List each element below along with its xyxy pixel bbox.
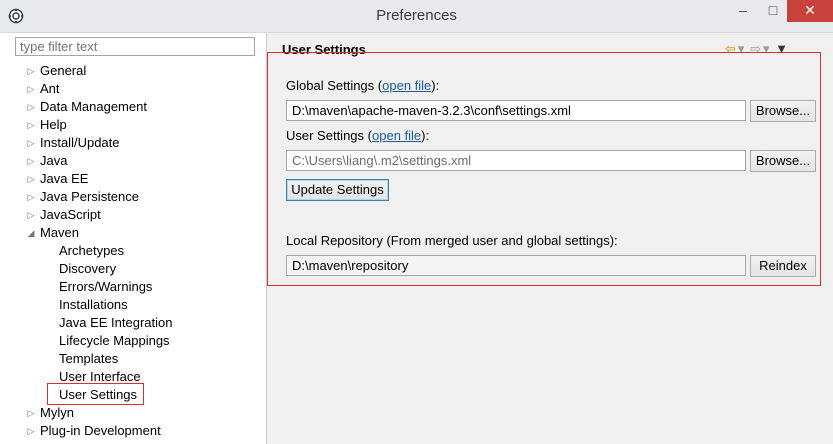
global-open-file-link[interactable]: open file xyxy=(382,78,431,93)
collapsed-arrow-icon[interactable]: ▷ xyxy=(26,170,36,188)
tree-item-label: General xyxy=(40,63,87,78)
user-settings-label: User Settings (open file): xyxy=(286,128,430,143)
tree-item[interactable]: Templates xyxy=(0,350,266,368)
tree-item[interactable]: ◢ Maven xyxy=(0,224,266,242)
title-bar: Preferences – □ ✕ xyxy=(0,0,833,33)
tree-item[interactable]: ▷ Java xyxy=(0,152,266,170)
collapsed-arrow-icon[interactable]: ▷ xyxy=(26,116,36,134)
collapsed-arrow-icon[interactable]: ▷ xyxy=(26,80,36,98)
tree-item[interactable]: ▷ Plug-in Development xyxy=(0,422,266,440)
tree-item-label: Data Management xyxy=(40,99,147,114)
collapsed-arrow-icon[interactable]: ▷ xyxy=(26,98,36,116)
reindex-button[interactable]: Reindex xyxy=(750,255,816,277)
tree-item-label: Mylyn xyxy=(40,405,74,420)
tree-item[interactable]: ▷ Mylyn xyxy=(0,404,266,422)
tree-item[interactable]: ▷ Help xyxy=(0,116,266,134)
tree-item-label: Maven xyxy=(40,225,80,240)
tree-item-label: Discovery xyxy=(59,261,117,276)
tree-item-label: Plug-in Development xyxy=(40,423,161,438)
user-browse-button[interactable]: Browse... xyxy=(750,150,816,172)
tree-item[interactable]: ▷ Ant xyxy=(0,80,266,98)
tree-item[interactable]: ▷ Install/Update xyxy=(0,134,266,152)
tree-item[interactable]: Archetypes xyxy=(0,242,266,260)
tree-item-label: Java EE xyxy=(40,171,89,186)
global-settings-field[interactable]: D:\maven\apache-maven-3.2.3\conf\setting… xyxy=(286,100,746,121)
tree-item[interactable]: Discovery xyxy=(0,260,266,278)
maximize-button[interactable]: □ xyxy=(758,0,788,22)
expanded-arrow-icon[interactable]: ◢ xyxy=(26,224,36,242)
collapsed-arrow-icon[interactable]: ▷ xyxy=(26,422,36,440)
tree-item-label: Ant xyxy=(40,81,60,96)
tree-item-label: Templates xyxy=(59,351,119,366)
minimize-button[interactable]: – xyxy=(728,0,758,22)
local-repository-field: D:\maven\repository xyxy=(286,255,746,276)
window-title: Preferences xyxy=(376,7,457,24)
user-open-file-link[interactable]: open file xyxy=(372,128,421,143)
user-settings-field[interactable]: C:\Users\liang\.m2\settings.xml xyxy=(286,150,746,171)
local-repository-label: Local Repository (From merged user and g… xyxy=(286,233,618,248)
global-settings-label: Global Settings (open file): xyxy=(286,78,440,93)
global-browse-button[interactable]: Browse... xyxy=(750,100,816,122)
tree-item-label: Java Persistence xyxy=(40,189,139,204)
tree-item-label: Installations xyxy=(59,297,128,312)
tree-item[interactable]: ▷ Data Management xyxy=(0,98,266,116)
settings-page: User Settings ⇦ ▾ ⇨ ▾ ▼ Global Settings (o… xyxy=(267,33,833,444)
collapsed-arrow-icon[interactable]: ▷ xyxy=(26,206,36,224)
tree-item[interactable]: Errors/Warnings xyxy=(0,278,266,296)
selection-highlight xyxy=(47,383,144,405)
tree-item[interactable]: ▷ Java EE xyxy=(0,170,266,188)
update-settings-button[interactable]: Update Settings xyxy=(286,179,389,201)
tree-item[interactable]: ▷ General xyxy=(0,62,266,80)
collapsed-arrow-icon[interactable]: ▷ xyxy=(26,152,36,170)
preferences-tree-pane: ▷ General ▷ Ant ▷ Data Management ▷ Help ▷ Instal… xyxy=(0,33,267,444)
tree-item-label: Java xyxy=(40,153,68,168)
tree-item[interactable]: ▷ Java Persistence xyxy=(0,188,266,206)
tree-item[interactable]: Installations xyxy=(0,296,266,314)
tree-item[interactable]: Java EE Integration xyxy=(0,314,266,332)
tree-item-label: Lifecycle Mappings xyxy=(59,333,170,348)
tree-item-label: Archetypes xyxy=(59,243,125,258)
tree-item-label: Install/Update xyxy=(40,135,120,150)
tree-item-label: JavaScript xyxy=(40,207,101,222)
tree-item-label: Help xyxy=(40,117,67,132)
collapsed-arrow-icon[interactable]: ▷ xyxy=(26,62,36,80)
tree-item[interactable]: Lifecycle Mappings xyxy=(0,332,266,350)
tree-item-label: Errors/Warnings xyxy=(59,279,153,294)
collapsed-arrow-icon[interactable]: ▷ xyxy=(26,134,36,152)
tree-item-label: Java EE Integration xyxy=(59,315,173,330)
close-button[interactable]: ✕ xyxy=(787,0,833,22)
filter-input[interactable] xyxy=(15,37,255,56)
collapsed-arrow-icon[interactable]: ▷ xyxy=(26,188,36,206)
tree-item[interactable]: ▷ JavaScript xyxy=(0,206,266,224)
collapsed-arrow-icon[interactable]: ▷ xyxy=(26,404,36,422)
